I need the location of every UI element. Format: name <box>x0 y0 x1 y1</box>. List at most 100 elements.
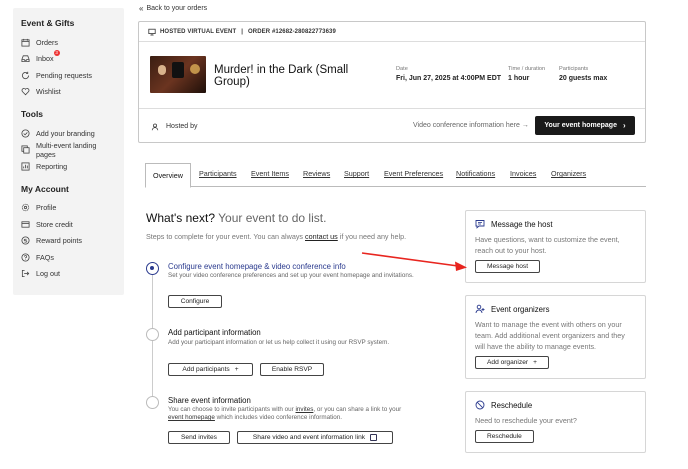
sidebar-item-pending-requests[interactable]: Pending requests <box>21 67 116 84</box>
event-date: Date Fri, Jun 27, 2025 at 4:00PM EDT <box>396 66 501 82</box>
monitor-icon <box>148 28 156 35</box>
event-card: HOSTED VIRTUAL EVENT | ORDER #12682-2808… <box>138 21 646 143</box>
thumbnail-figure <box>158 65 166 75</box>
event-thumbnail <box>150 56 206 93</box>
whats-next-title: What's next? <box>146 211 215 225</box>
sidebar-item-profile[interactable]: Profile <box>21 200 116 217</box>
plus-icon: + <box>234 366 239 373</box>
event-homepage-link[interactable]: event homepage <box>168 414 215 421</box>
sidebar-section-title: My Account <box>21 183 69 194</box>
whats-next-subtitle: Your event to do list. <box>218 211 327 225</box>
card-body: Need to reschedule your event? <box>475 416 577 425</box>
configure-button[interactable]: Configure <box>168 295 222 308</box>
tab-event-items[interactable]: Event Items <box>251 169 289 178</box>
sidebar-item-faqs[interactable]: FAQs <box>21 249 116 266</box>
event-participants: Participants 20 guests max <box>559 66 607 82</box>
add-organizer-label: Add organizer <box>487 359 529 366</box>
desc-text: which includes video conference informat… <box>214 414 342 422</box>
sidebar-item-landing-pages[interactable]: Multi-event landing pages <box>21 140 116 159</box>
message-host-button[interactable]: Message host <box>475 260 541 273</box>
tab-invoices[interactable]: Invoices <box>510 169 536 178</box>
heart-icon <box>21 87 30 96</box>
sidebar-item-logout[interactable]: Log out <box>21 266 116 283</box>
event-title: Murder! in the Dark (Small Group) <box>214 64 349 88</box>
chevron-right-icon: › <box>622 121 626 130</box>
card-title: Event organizers <box>491 304 550 314</box>
event-card-header: HOSTED VIRTUAL EVENT | ORDER #12682-2808… <box>139 22 645 42</box>
tab-support[interactable]: Support <box>344 169 369 178</box>
sidebar-item-inbox[interactable]: Inbox 3 <box>21 50 116 68</box>
date-value: Fri, Jun 27, 2025 at 4:00PM EDT <box>396 75 502 82</box>
sidebar-item-reward-points[interactable]: Reward points <box>21 233 116 250</box>
sidebar-item-orders[interactable]: Orders <box>21 34 116 51</box>
add-participants-button[interactable]: Add participants + <box>168 363 253 376</box>
send-invites-button[interactable]: Send invites <box>168 431 230 444</box>
duration-value: 1 hour <box>508 75 530 82</box>
card-header: Reschedule <box>475 400 636 410</box>
sidebar-item-label: Reward points <box>36 236 82 246</box>
event-organizers-card: Event organizers Want to manage the even… <box>465 295 646 379</box>
sidebar-item-label: FAQs <box>36 252 54 262</box>
back-to-orders-link[interactable]: « Back to your orders <box>139 4 207 13</box>
video-conference-link[interactable]: Video conference information here → <box>413 122 529 129</box>
card-title: Reschedule <box>491 400 533 410</box>
inbox-icon <box>21 54 30 63</box>
contact-us-link[interactable]: contact us <box>305 232 338 241</box>
sidebar-item-label: Multi-event landing pages <box>36 140 97 159</box>
step-indicator <box>146 328 159 341</box>
share-link-label: Share video and event information link <box>252 434 366 441</box>
tab-overview[interactable]: Overview <box>145 163 191 188</box>
desc-text: , or you can share a link to your <box>313 406 402 413</box>
hosted-by-label: Hosted by <box>166 123 198 130</box>
order-number: ORDER #12682-280822773639 <box>248 28 336 35</box>
sidebar-item-label: Profile <box>36 203 57 213</box>
step-indicator-active <box>146 262 159 275</box>
share-link-button[interactable]: Share video and event information link <box>237 431 393 444</box>
sidebar-item-label: Reporting <box>36 161 68 171</box>
desc-text: if you need any help. <box>337 232 407 241</box>
back-label: Back to your orders <box>146 5 208 12</box>
sidebar-item-label: Wishlist <box>36 87 61 97</box>
double-chevron-left-icon: « <box>139 4 144 13</box>
sidebar: Event & Gifts Orders Inbox 3 Pending requ… <box>13 8 124 295</box>
header-separator: | <box>241 28 244 35</box>
layers-icon <box>21 145 30 154</box>
event-card-footer: Hosted by Video conference information h… <box>139 110 645 143</box>
whats-next-heading: What's next? Your event to do list. <box>146 211 326 225</box>
reschedule-button[interactable]: Reschedule <box>475 430 534 443</box>
sidebar-item-label: Pending requests <box>36 70 92 80</box>
step-description: Set your video conference preferences an… <box>168 272 414 279</box>
event-duration: Time / duration 1 hour <box>508 66 545 82</box>
step-indicator <box>146 396 159 409</box>
sidebar-item-store-credit[interactable]: Store credit <box>21 216 116 233</box>
thumbnail-light <box>190 64 200 74</box>
chart-icon <box>21 162 30 171</box>
sidebar-section-title: Event & Gifts <box>21 18 75 28</box>
date-label: Date <box>396 66 408 72</box>
plus-icon: + <box>533 359 537 366</box>
card-body: Have questions, want to customize the ev… <box>475 235 620 255</box>
tab-participants[interactable]: Participants <box>199 169 237 178</box>
sidebar-item-label: Orders <box>36 37 58 47</box>
step-title: Configure event homepage & video confere… <box>168 262 346 271</box>
sidebar-item-label: Log out <box>36 269 60 279</box>
inbox-badge: 3 <box>53 50 60 57</box>
card-header: Message the host <box>475 219 636 229</box>
sidebar-item-reporting[interactable]: Reporting <box>21 158 116 175</box>
tab-notifications[interactable]: Notifications <box>456 169 495 178</box>
add-organizer-button[interactable]: Add organizer + <box>475 356 549 369</box>
tab-reviews[interactable]: Reviews <box>303 169 330 178</box>
add-participants-label: Add participants <box>182 366 230 373</box>
thumbnail-figure <box>172 62 184 78</box>
tab-organizers[interactable]: Organizers <box>551 169 586 178</box>
calendar-icon <box>21 38 30 47</box>
sidebar-item-wishlist[interactable]: Wishlist <box>21 84 116 101</box>
card-header: Event organizers <box>475 304 636 314</box>
sidebar-item-add-branding[interactable]: Add your branding <box>21 125 116 142</box>
event-homepage-button[interactable]: Your event homepage › <box>535 116 635 135</box>
step-title: Add participant information <box>168 328 261 337</box>
enable-rsvp-button[interactable]: Enable RSVP <box>260 363 324 376</box>
invites-link[interactable]: invites <box>296 406 314 413</box>
card-title: Message the host <box>491 219 553 229</box>
tab-event-preferences[interactable]: Event Preferences <box>384 169 443 178</box>
